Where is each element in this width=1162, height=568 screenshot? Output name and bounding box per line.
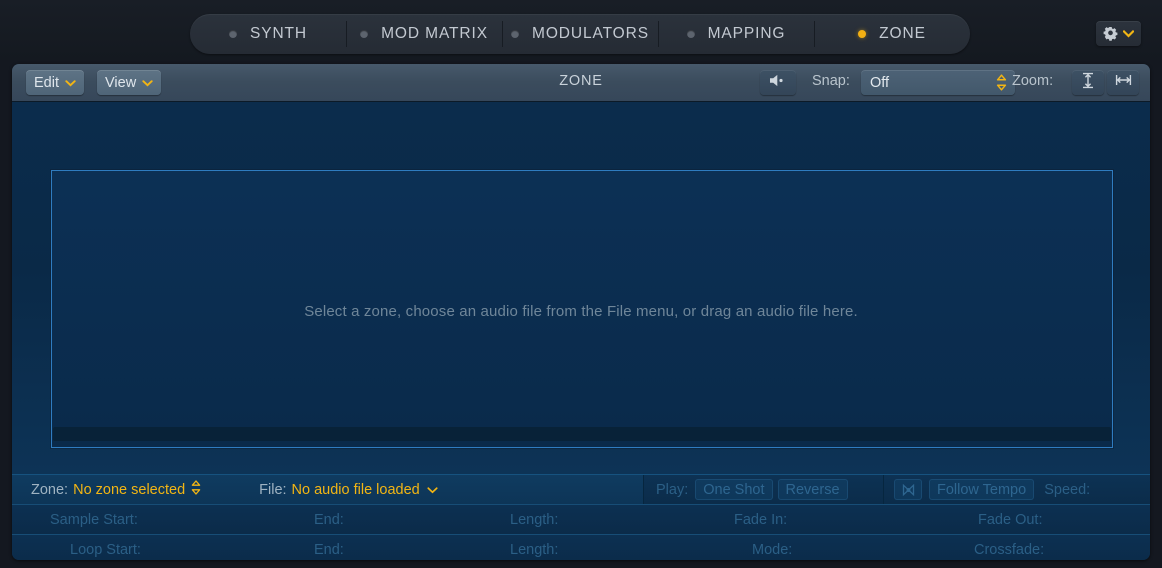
tab-synth[interactable]: SYNTH — [190, 14, 346, 54]
zone-label: Zone: — [31, 481, 69, 498]
snap-label: Snap: — [812, 73, 850, 89]
zoom-fit-vertical-button[interactable] — [1072, 70, 1104, 95]
sample-end-label[interactable]: End: — [314, 512, 344, 528]
tab-label: MOD MATRIX — [381, 25, 488, 42]
tab-label: MODULATORS — [532, 25, 649, 42]
loop-start-label[interactable]: Loop Start: — [70, 542, 141, 558]
zoom-fit-horizontal-button[interactable] — [1107, 70, 1139, 95]
plugin-window: SYNTH MOD MATRIX MODULATORS MAPPING ZONE — [0, 0, 1162, 568]
top-tab-bar: SYNTH MOD MATRIX MODULATORS MAPPING ZONE — [0, 0, 1162, 60]
tab-modulators[interactable]: MODULATORS — [502, 14, 658, 54]
parameter-rows: Zone: No zone selected File: No audio fi… — [12, 474, 1150, 560]
tab-label: SYNTH — [249, 25, 308, 42]
sample-parameter-row: Sample Start: End: Length: Fade In: Fade… — [12, 504, 1150, 534]
tab-indicator-dot — [360, 30, 369, 38]
zone-editor-window: Edit View ZONE Snap: Off Zoom: Select a … — [12, 64, 1150, 560]
zoom-label: Zoom: — [1012, 73, 1054, 89]
tab-indicator-dot — [686, 30, 695, 38]
tab-label: MAPPING — [707, 25, 786, 42]
speaker-icon — [768, 73, 788, 93]
settings-menu-button[interactable] — [1096, 21, 1141, 46]
file-value[interactable]: No audio file loaded — [292, 482, 420, 498]
waveform-editor-area[interactable]: Select a zone, choose an audio file from… — [12, 102, 1150, 474]
stepper-icon[interactable] — [191, 479, 201, 500]
zone-scroll-strip[interactable] — [53, 427, 1111, 441]
tempo-segment: Follow Tempo Speed: — [883, 475, 1150, 504]
speed-label: Speed: — [1044, 481, 1091, 498]
sample-start-label[interactable]: Sample Start: — [50, 512, 138, 528]
follow-tempo-button[interactable]: Follow Tempo — [929, 479, 1035, 500]
file-label: File: — [259, 481, 287, 498]
play-mode-segment: Play: One Shot Reverse — [643, 475, 883, 504]
empty-state-hint: Select a zone, choose an audio file from… — [304, 303, 858, 320]
tab-indicator-dot — [511, 30, 520, 38]
sample-length-label[interactable]: Length: — [510, 512, 558, 528]
flex-tempo-icon[interactable] — [894, 479, 922, 500]
loop-parameter-row: Loop Start: End: Length: Mode: Crossfade… — [12, 534, 1150, 560]
tab-mod-matrix[interactable]: MOD MATRIX — [346, 14, 502, 54]
fade-out-label[interactable]: Fade Out: — [978, 512, 1042, 528]
reverse-button[interactable]: Reverse — [777, 479, 848, 500]
loop-length-label[interactable]: Length: — [510, 542, 558, 558]
zone-file-segment: Zone: No zone selected File: No audio fi… — [12, 475, 642, 504]
loop-end-label[interactable]: End: — [314, 542, 344, 558]
chevron-down-icon[interactable] — [427, 481, 438, 499]
one-shot-button[interactable]: One Shot — [695, 479, 773, 500]
zoom-fit-vertical-icon — [1080, 72, 1096, 94]
gear-icon — [1103, 26, 1118, 41]
zone-value[interactable]: No zone selected — [73, 482, 185, 498]
audition-button[interactable] — [760, 70, 796, 95]
crossfade-label[interactable]: Crossfade: — [974, 542, 1044, 558]
snap-select[interactable]: Off — [861, 70, 1015, 95]
play-label: Play: — [656, 481, 689, 498]
fade-in-label[interactable]: Fade In: — [734, 512, 787, 528]
snap-value: Off — [870, 74, 890, 91]
tab-mapping[interactable]: MAPPING — [658, 14, 814, 54]
zoom-fit-horizontal-icon — [1115, 72, 1132, 93]
zoom-button-group — [1072, 70, 1139, 95]
chevron-down-icon — [1123, 29, 1134, 38]
editor-toolbar: Edit View ZONE Snap: Off Zoom: — [12, 64, 1150, 102]
tab-label: ZONE — [879, 25, 926, 42]
zone-file-row: Zone: No zone selected File: No audio fi… — [12, 474, 1150, 504]
stepper-icon — [996, 74, 1007, 96]
tab-indicator-dot — [858, 30, 867, 38]
tab-group: SYNTH MOD MATRIX MODULATORS MAPPING ZONE — [190, 14, 970, 54]
mode-label[interactable]: Mode: — [752, 542, 792, 558]
tab-indicator-dot — [228, 30, 237, 38]
tab-zone[interactable]: ZONE — [814, 14, 970, 54]
